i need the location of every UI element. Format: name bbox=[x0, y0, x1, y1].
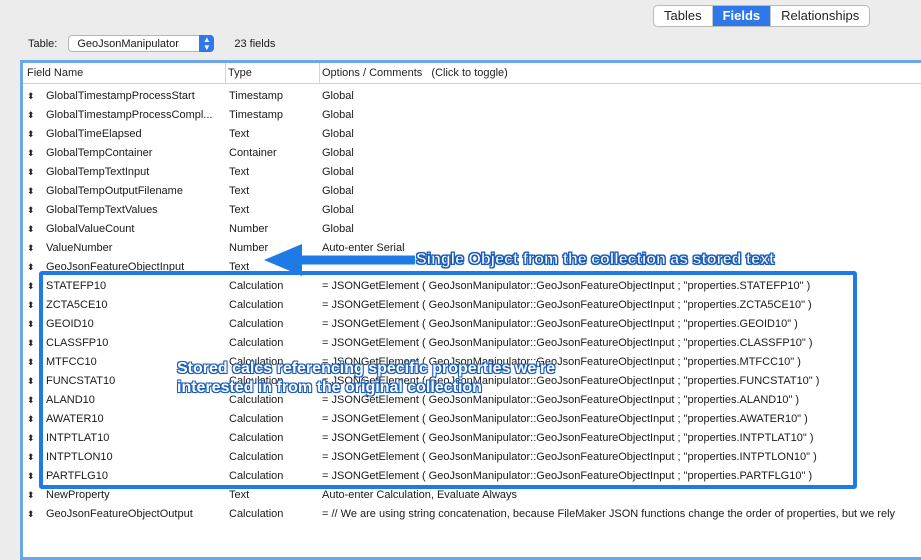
table-row[interactable]: ⬍ GlobalTempTextInput Text Global bbox=[23, 163, 921, 182]
field-type-cell: Timestamp bbox=[229, 90, 283, 102]
column-divider[interactable] bbox=[319, 63, 320, 83]
field-type-cell: Text bbox=[229, 166, 250, 178]
table-row[interactable]: ⬍ GlobalTimestampProcessCompl... Timestamp… bbox=[23, 106, 921, 125]
field-name-cell: GlobalTempTextInput bbox=[46, 166, 150, 178]
drag-handle-icon[interactable]: ⬍ bbox=[27, 353, 37, 372]
tab-tables[interactable]: Tables bbox=[654, 6, 713, 26]
drag-handle-icon[interactable]: ⬍ bbox=[27, 182, 37, 201]
drag-handle-icon[interactable]: ⬍ bbox=[27, 505, 37, 524]
callout-stored-calcs: Stored calcs referencing specific proper… bbox=[177, 359, 555, 397]
drag-handle-icon[interactable]: ⬍ bbox=[27, 448, 37, 467]
drag-handle-icon[interactable]: ⬍ bbox=[27, 467, 37, 486]
drag-handle-icon[interactable]: ⬍ bbox=[27, 220, 37, 239]
drag-handle-icon[interactable]: ⬍ bbox=[27, 315, 37, 334]
table-row[interactable]: ⬍ GlobalTempContainer Container Global bbox=[23, 144, 921, 163]
field-options-cell[interactable]: Global bbox=[322, 163, 354, 182]
column-header-field-name[interactable]: Field Name bbox=[27, 67, 83, 79]
callout-single-object: Single Object from the collection as sto… bbox=[416, 251, 775, 269]
field-type-cell: Container bbox=[229, 147, 277, 159]
field-name-cell: GlobalTempTextValues bbox=[46, 204, 158, 216]
drag-handle-icon[interactable]: ⬍ bbox=[27, 334, 37, 353]
drag-handle-icon[interactable]: ⬍ bbox=[27, 239, 37, 258]
drag-handle-icon[interactable]: ⬍ bbox=[27, 106, 37, 125]
field-options-cell[interactable]: Global bbox=[322, 220, 354, 239]
drag-handle-icon[interactable]: ⬍ bbox=[27, 163, 37, 182]
drag-handle-icon[interactable]: ⬍ bbox=[27, 277, 37, 296]
field-name-cell: GlobalTimeElapsed bbox=[46, 128, 142, 140]
table-row[interactable]: ⬍ GlobalTimeElapsed Text Global bbox=[23, 125, 921, 144]
table-row[interactable]: ⬍ GeoJsonFeatureObjectOutput Calculation = … bbox=[23, 505, 921, 524]
field-name-cell: GlobalValueCount bbox=[46, 223, 135, 235]
field-name-cell: GlobalTimestampProcessCompl... bbox=[46, 109, 213, 121]
drag-handle-icon[interactable]: ⬍ bbox=[27, 144, 37, 163]
drag-handle-icon[interactable]: ⬍ bbox=[27, 429, 37, 448]
drag-handle-icon[interactable]: ⬍ bbox=[27, 486, 37, 505]
field-options-cell[interactable]: Global bbox=[322, 182, 354, 201]
drag-handle-icon[interactable]: ⬍ bbox=[27, 87, 37, 106]
table-select[interactable]: GeoJsonManipulator ▲ ▼ bbox=[68, 35, 215, 52]
column-header-type[interactable]: Type bbox=[228, 67, 252, 79]
tab-relationships[interactable]: Relationships bbox=[771, 6, 869, 26]
field-type-cell: Text bbox=[229, 185, 250, 197]
field-count: 23 fields bbox=[234, 37, 276, 50]
field-options-cell[interactable]: Global bbox=[322, 106, 354, 125]
drag-handle-icon[interactable]: ⬍ bbox=[27, 201, 37, 220]
table-row[interactable]: ⬍ GlobalTempOutputFilename Text Global bbox=[23, 182, 921, 201]
table-row[interactable]: ⬍ GlobalValueCount Number Global bbox=[23, 220, 921, 239]
field-type-cell: Number bbox=[229, 223, 269, 235]
tab-fields[interactable]: Fields bbox=[712, 6, 772, 26]
field-name-cell: GlobalTempContainer bbox=[46, 147, 153, 159]
field-type-cell: Text bbox=[229, 128, 250, 140]
field-options-cell[interactable]: Global bbox=[322, 125, 354, 144]
drag-handle-icon[interactable]: ⬍ bbox=[27, 410, 37, 429]
column-divider[interactable] bbox=[225, 63, 226, 83]
field-options-cell[interactable]: = // We are using string concatenation, … bbox=[322, 505, 895, 524]
updown-chevron-icon: ▲ ▼ bbox=[199, 35, 215, 52]
table-row[interactable]: ⬍ GlobalTempTextValues Text Global bbox=[23, 201, 921, 220]
field-name-cell: GlobalTimestampProcessStart bbox=[46, 90, 195, 102]
callout-arrow-icon bbox=[264, 244, 415, 276]
fields-list-header: Field Name Type Options / Comments (Clic… bbox=[23, 63, 921, 84]
field-type-cell: Timestamp bbox=[229, 109, 283, 121]
view-segmented-control: Tables Fields Relationships bbox=[653, 5, 871, 27]
table-selector-row: Table: GeoJsonManipulator ▲ ▼ 23 fields bbox=[28, 35, 275, 52]
field-options-cell[interactable]: Global bbox=[322, 87, 354, 106]
table-select-value: GeoJsonManipulator bbox=[77, 38, 179, 50]
field-options-cell[interactable]: Global bbox=[322, 144, 354, 163]
field-name-cell: GlobalTempOutputFilename bbox=[46, 185, 183, 197]
column-header-options[interactable]: Options / Comments (Click to toggle) bbox=[322, 67, 508, 79]
field-name-cell: ValueNumber bbox=[46, 242, 113, 254]
field-name-cell: GeoJsonFeatureObjectOutput bbox=[46, 508, 193, 520]
field-type-cell: Text bbox=[229, 204, 250, 216]
callout-stored-line-2: interested in from the original collecti… bbox=[177, 379, 482, 396]
field-options-cell[interactable]: Global bbox=[322, 201, 354, 220]
callout-stored-line-1: Stored calcs referencing specific proper… bbox=[177, 360, 556, 377]
field-type-cell: Calculation bbox=[229, 508, 284, 520]
drag-handle-icon[interactable]: ⬍ bbox=[27, 296, 37, 315]
table-row[interactable]: ⬍ GlobalTimestampProcessStart Timestamp Glo… bbox=[23, 87, 921, 106]
drag-handle-icon[interactable]: ⬍ bbox=[27, 372, 37, 391]
drag-handle-icon[interactable]: ⬍ bbox=[27, 391, 37, 410]
table-label: Table: bbox=[28, 37, 58, 50]
drag-handle-icon[interactable]: ⬍ bbox=[27, 258, 37, 277]
drag-handle-icon[interactable]: ⬍ bbox=[27, 125, 37, 144]
